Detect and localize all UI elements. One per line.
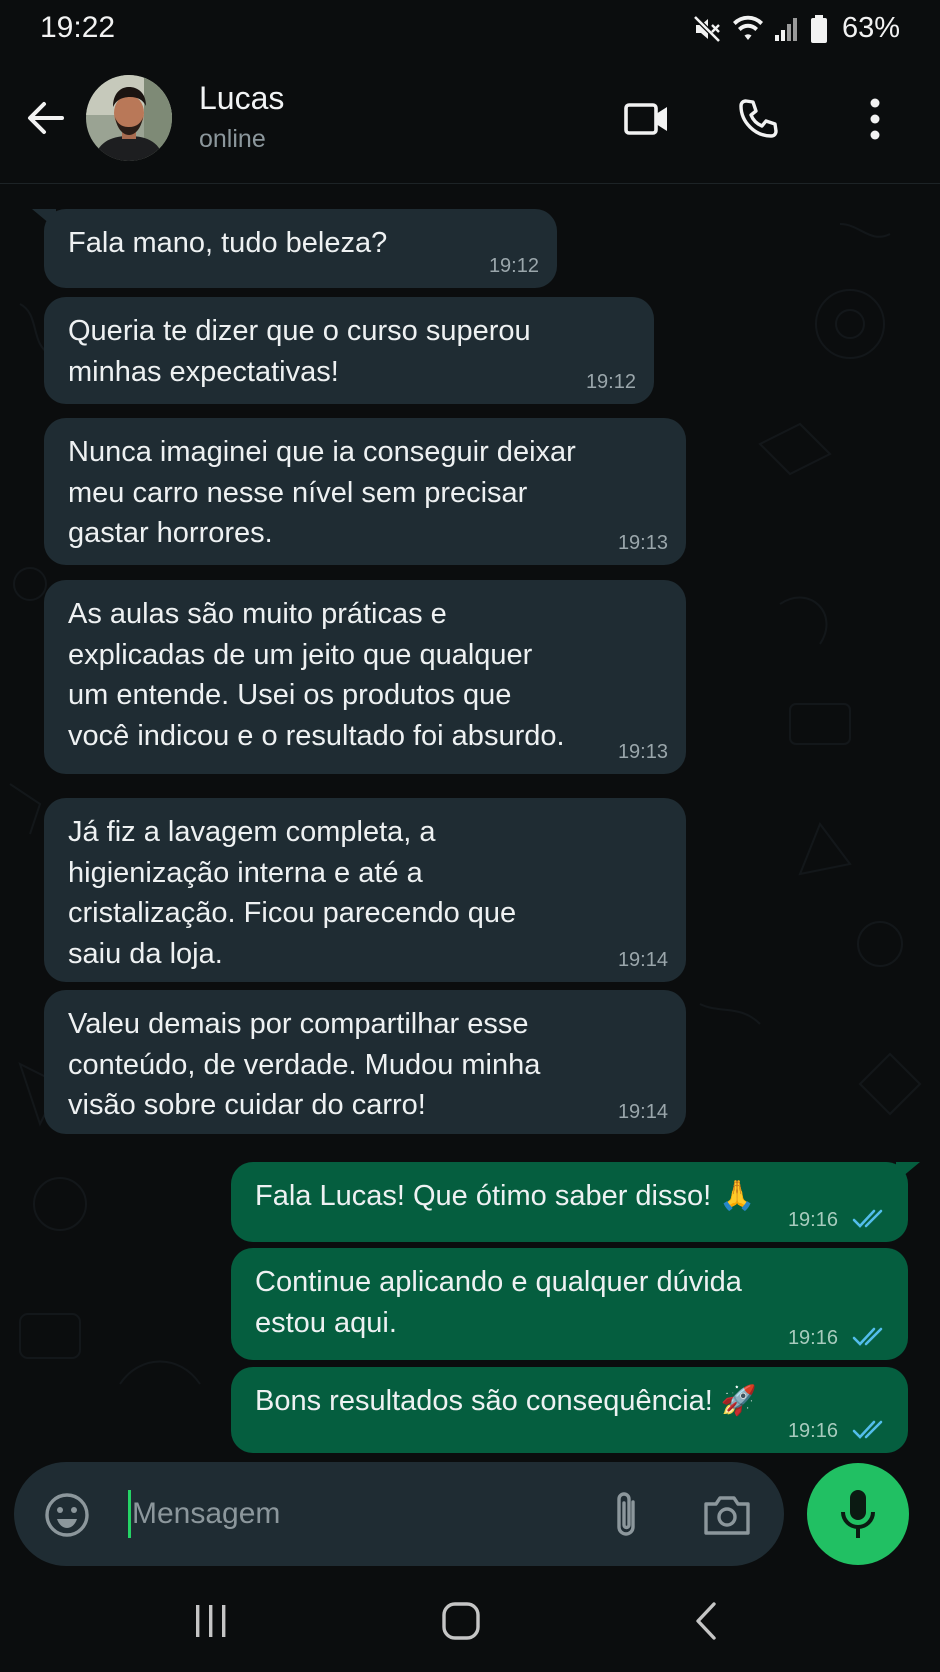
camera-button[interactable] (702, 1492, 752, 1538)
battery-percentage: 63% (841, 12, 900, 44)
message-composer (14, 1462, 784, 1566)
contact-status: online (199, 125, 266, 153)
status-time: 19:22 (40, 11, 116, 44)
chat-header: Lucas online (0, 58, 940, 184)
message-text: um entende. Usei os produtos que (68, 679, 512, 711)
message-text: meu carro nesse nível sem precisar (68, 476, 528, 509)
message-time: 19:14 (617, 949, 668, 971)
message-text: Valeu demais por compartilhar esse (68, 1008, 529, 1040)
bubble-tail (32, 209, 56, 229)
back-nav-button[interactable] (686, 1596, 726, 1646)
bubble-tail (896, 1162, 920, 1182)
message-text: Bons resultados são consequência! 🚀 (255, 1385, 758, 1417)
message-text: estou aqui. (255, 1306, 397, 1339)
message-text: Já fiz a lavagem completa, a (68, 816, 436, 848)
read-receipt-icon (852, 1327, 883, 1346)
message-text: conteúdo, de verdade. Mudou minha (68, 1048, 541, 1081)
status-icons: 63% (692, 12, 900, 45)
message-text: Nunca imaginei que ia conseguir deixar (68, 436, 576, 468)
message-time: 19:16 (787, 1420, 838, 1442)
outgoing-message[interactable]: Fala Lucas! Que ótimo saber disso! 🙏 19:1… (231, 1162, 908, 1242)
incoming-message[interactable]: Valeu demais por compartilhar esse conteú… (44, 990, 686, 1134)
message-time: 19:14 (617, 1101, 668, 1123)
whatsapp-chat-screen: 19:22 63% Lucas online Fala mano, tudo b… (0, 0, 940, 1672)
battery-icon (810, 14, 827, 43)
signal-icon (774, 17, 797, 41)
incoming-message[interactable]: Fala mano, tudo beleza? 19:12 (44, 209, 557, 288)
message-time: 19:12 (488, 255, 539, 277)
back-button[interactable] (22, 94, 70, 142)
camera-icon (704, 1496, 750, 1535)
message-text: visão sobre cuidar do carro! (68, 1089, 426, 1121)
incoming-message[interactable]: Nunca imaginei que ia conseguir deixar me… (44, 418, 686, 565)
incoming-message[interactable]: As aulas são muito práticas e explicadas … (44, 580, 686, 774)
message-time: 19:13 (617, 741, 668, 763)
more-vertical-icon (870, 98, 880, 140)
message-input[interactable] (132, 1488, 552, 1540)
outgoing-message[interactable]: Bons resultados são consequência! 🚀 19:16 (231, 1367, 908, 1453)
read-receipt-icon (852, 1420, 883, 1439)
message-text: minhas expectativas! (68, 355, 339, 388)
emoji-button[interactable] (43, 1491, 91, 1539)
outgoing-message[interactable]: Continue aplicando e qualquer dúvida esto… (231, 1248, 908, 1360)
paperclip-icon (617, 1492, 635, 1536)
read-receipt-icon (852, 1209, 883, 1228)
system-navigation-bar (0, 1566, 940, 1672)
arrow-left-icon (28, 102, 64, 134)
phone-icon (739, 99, 778, 138)
contact-name[interactable]: Lucas (199, 80, 284, 117)
incoming-message[interactable]: Queria te dizer que o curso superou minha… (44, 297, 654, 404)
message-time: 19:16 (787, 1327, 838, 1349)
incoming-message[interactable]: Já fiz a lavagem completa, a higienização… (44, 798, 686, 982)
text-cursor (128, 1490, 131, 1538)
message-time: 19:12 (585, 371, 636, 393)
voice-call-button[interactable] (731, 94, 785, 144)
message-text: você indicou e o resultado foi absurdo. (68, 719, 565, 752)
voice-message-button[interactable] (807, 1463, 909, 1565)
home-button[interactable] (436, 1596, 486, 1646)
wifi-icon (732, 15, 763, 40)
message-time: 19:16 (787, 1209, 838, 1231)
message-text: higienização interna e até a (68, 856, 423, 889)
more-options-button[interactable] (848, 94, 902, 144)
contact-photo (86, 75, 172, 161)
message-text: cristalização. Ficou parecendo que (68, 897, 517, 929)
video-call-button[interactable] (620, 94, 674, 144)
recent-apps-button[interactable] (186, 1596, 236, 1646)
status-bar: 19:22 63% (0, 0, 940, 58)
message-text: explicadas de um jeito que qualquer (68, 638, 533, 671)
recent-apps-icon (196, 1605, 226, 1637)
emoji-icon (45, 1493, 89, 1537)
microphone-icon (841, 1490, 875, 1538)
message-text: Fala mano, tudo beleza? (68, 227, 388, 259)
chevron-left-icon (696, 1602, 716, 1640)
message-text: Continue aplicando e qualquer dúvida (255, 1266, 742, 1298)
message-text: gastar horrores. (68, 517, 273, 549)
mute-icon (693, 14, 721, 43)
message-text: Queria te dizer que o curso superou (68, 315, 531, 347)
message-text: Fala Lucas! Que ótimo saber disso! 🙏 (255, 1180, 756, 1212)
home-icon (442, 1602, 480, 1640)
message-time: 19:13 (617, 532, 668, 554)
video-camera-icon (624, 103, 667, 135)
message-text: saiu da loja. (68, 937, 223, 970)
message-text: As aulas são muito práticas e (68, 598, 447, 630)
attach-button[interactable] (606, 1488, 646, 1540)
message-list[interactable]: Fala mano, tudo beleza? 19:12 Queria te di… (0, 184, 940, 1462)
avatar[interactable] (86, 75, 172, 161)
